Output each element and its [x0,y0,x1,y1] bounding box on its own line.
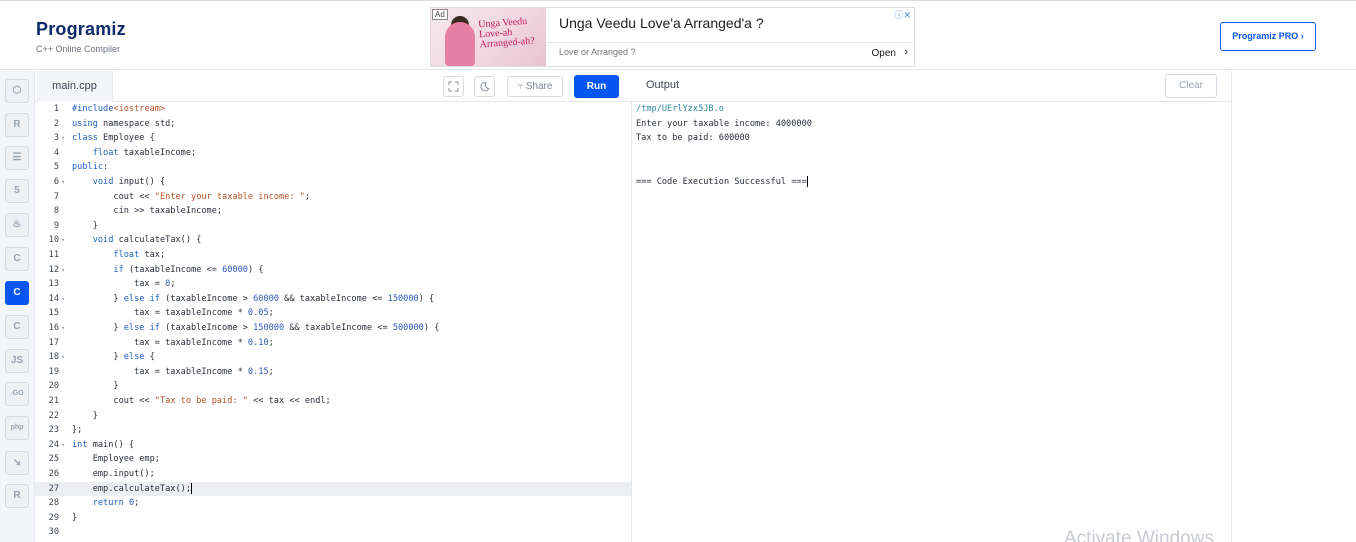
output-title: Output [646,79,680,91]
clear-button[interactable]: Clear [1165,74,1217,98]
code-line[interactable]: 9 } [35,219,631,234]
code-line[interactable]: 13 tax = 0; [35,277,631,292]
go-icon[interactable]: -GO [5,382,29,406]
code-line[interactable]: 16 ▾ } else if (taxableIncome > 150000 &&… [35,321,631,336]
code-line[interactable]: 8 cin >> taxableIncome; [35,204,631,219]
ad-title[interactable]: Unga Veedu Love'a Arranged'a ? [559,15,764,31]
output-success-line: === Code Execution Successful === [636,175,808,190]
output-toolbar: Output Clear [633,71,1231,102]
output-line: Tax to be paid: 600000 [636,133,750,144]
code-line[interactable]: 3 ▾ class Employee { [35,131,631,146]
python-icon[interactable]: ⬡ [5,79,29,103]
tab-main-cpp[interactable]: main.cpp [37,71,113,102]
logo-text: Programiz [36,19,126,39]
editor-toolbar: main.cpp ⑂ Share Run [35,71,632,102]
share-button[interactable]: ⑂ Share [507,76,563,97]
share-label: Share [525,81,553,92]
right-blank-panel [1231,71,1356,542]
c-icon[interactable]: C [5,247,29,271]
code-line[interactable]: 23}; [35,423,631,438]
programiz-logo[interactable]: Programiz [36,19,126,40]
output-caret [806,176,808,187]
share-icon: ⑂ [517,81,523,91]
run-button[interactable]: Run [574,75,619,98]
language-sidebar: ⬡ R ☰ 5 ♨ C C C JS -GO php ↘ R [0,71,35,542]
output-line: Enter your taxable income: 4000000 [636,118,812,129]
ad-person [445,22,475,66]
code-line[interactable]: 21 cout << "Tax to be paid: " << tax << … [35,394,631,409]
ad-subtitle: Love or Arranged ? [559,47,636,57]
html-icon[interactable]: 5 [5,179,29,203]
code-line[interactable]: 29} [35,511,631,526]
swift-icon[interactable]: ↘ [5,451,29,475]
code-line[interactable]: 6 ▾ void input() { [35,175,631,190]
ad-image-text: Unga Veedu Love-ah Arranged-ah? [477,15,535,51]
code-line-active[interactable]: 27 emp.calculateTax(); [35,481,631,497]
text-caret [191,482,192,494]
code-line[interactable]: 10 ▾ void calculateTax() { [35,233,631,248]
ad-choices-icon[interactable]: ⓘ✕ [894,8,911,21]
code-line[interactable]: 25 Employee emp; [35,452,631,467]
code-line[interactable]: 1 #include<iostream> [35,102,631,117]
cpp-icon[interactable]: C [5,281,29,305]
code-line[interactable]: 2 using namespace std; [35,117,631,132]
output-path-line: /tmp/UErlYzx5JB.o [636,104,724,114]
code-line[interactable]: 28 return 0; [35,496,631,511]
code-line[interactable]: 20 } [35,379,631,394]
rust-icon[interactable]: R [5,484,29,508]
code-editor[interactable]: 1 #include<iostream> 2 using namespace std… [35,102,632,542]
java-icon[interactable]: ♨ [5,213,29,237]
code-line[interactable]: 4 float taxableIncome; [35,146,631,161]
ad-badge: Ad [432,9,448,20]
activate-windows-watermark: Activate Windows [1064,528,1214,542]
code-line[interactable]: 30 [35,525,631,540]
code-line[interactable]: 22 } [35,409,631,424]
code-line[interactable]: 14 ▾ } else if (taxableIncome > 60000 && … [35,292,631,307]
code-line[interactable]: 18 ▾ } else { [35,350,631,365]
sql-icon[interactable]: ☰ [5,146,29,170]
code-line[interactable]: 19 tax = taxableIncome * 0.15; [35,365,631,380]
output-success-text: === Code Execution Successful === [636,177,807,187]
csharp-icon[interactable]: C [5,315,29,339]
code-line[interactable]: 15 tax = taxableIncome * 0.05; [35,306,631,321]
code-line[interactable]: 5 public: [35,160,631,175]
code-line[interactable]: 17 tax = taxableIncome * 0.10; [35,336,631,351]
ad-image[interactable]: Unga Veedu Love-ah Arranged-ah? Ad [431,8,546,66]
compiler-subtitle: C++ Online Compiler [36,44,121,54]
ad-divider [546,42,914,43]
output-console[interactable]: /tmp/UErlYzx5JB.o Enter your taxable inc… [633,102,1231,542]
code-line[interactable]: 11 float tax; [35,248,631,263]
fullscreen-icon[interactable] [443,76,464,97]
ad-open-button[interactable]: Open [872,48,896,59]
code-line[interactable]: 24 ▾ int main() { [35,438,631,453]
code-line[interactable]: 7 cout << "Enter your taxable income: "; [35,190,631,205]
ad-banner[interactable]: Unga Veedu Love-ah Arranged-ah? Ad Unga … [430,7,915,67]
chevron-right-icon[interactable]: › [904,46,908,58]
programiz-pro-button[interactable]: Programiz PRO › [1220,22,1316,51]
code-line[interactable]: 26 emp.input(); [35,467,631,482]
r-icon[interactable]: R [5,113,29,137]
code-line[interactable]: 12 ▾ if (taxableIncome <= 60000) { [35,263,631,278]
dark-mode-icon[interactable] [474,76,495,97]
js-icon[interactable]: JS [5,349,29,373]
php-icon[interactable]: php [5,416,29,440]
header: Programiz C++ Online Compiler Unga Veedu… [0,0,1356,70]
